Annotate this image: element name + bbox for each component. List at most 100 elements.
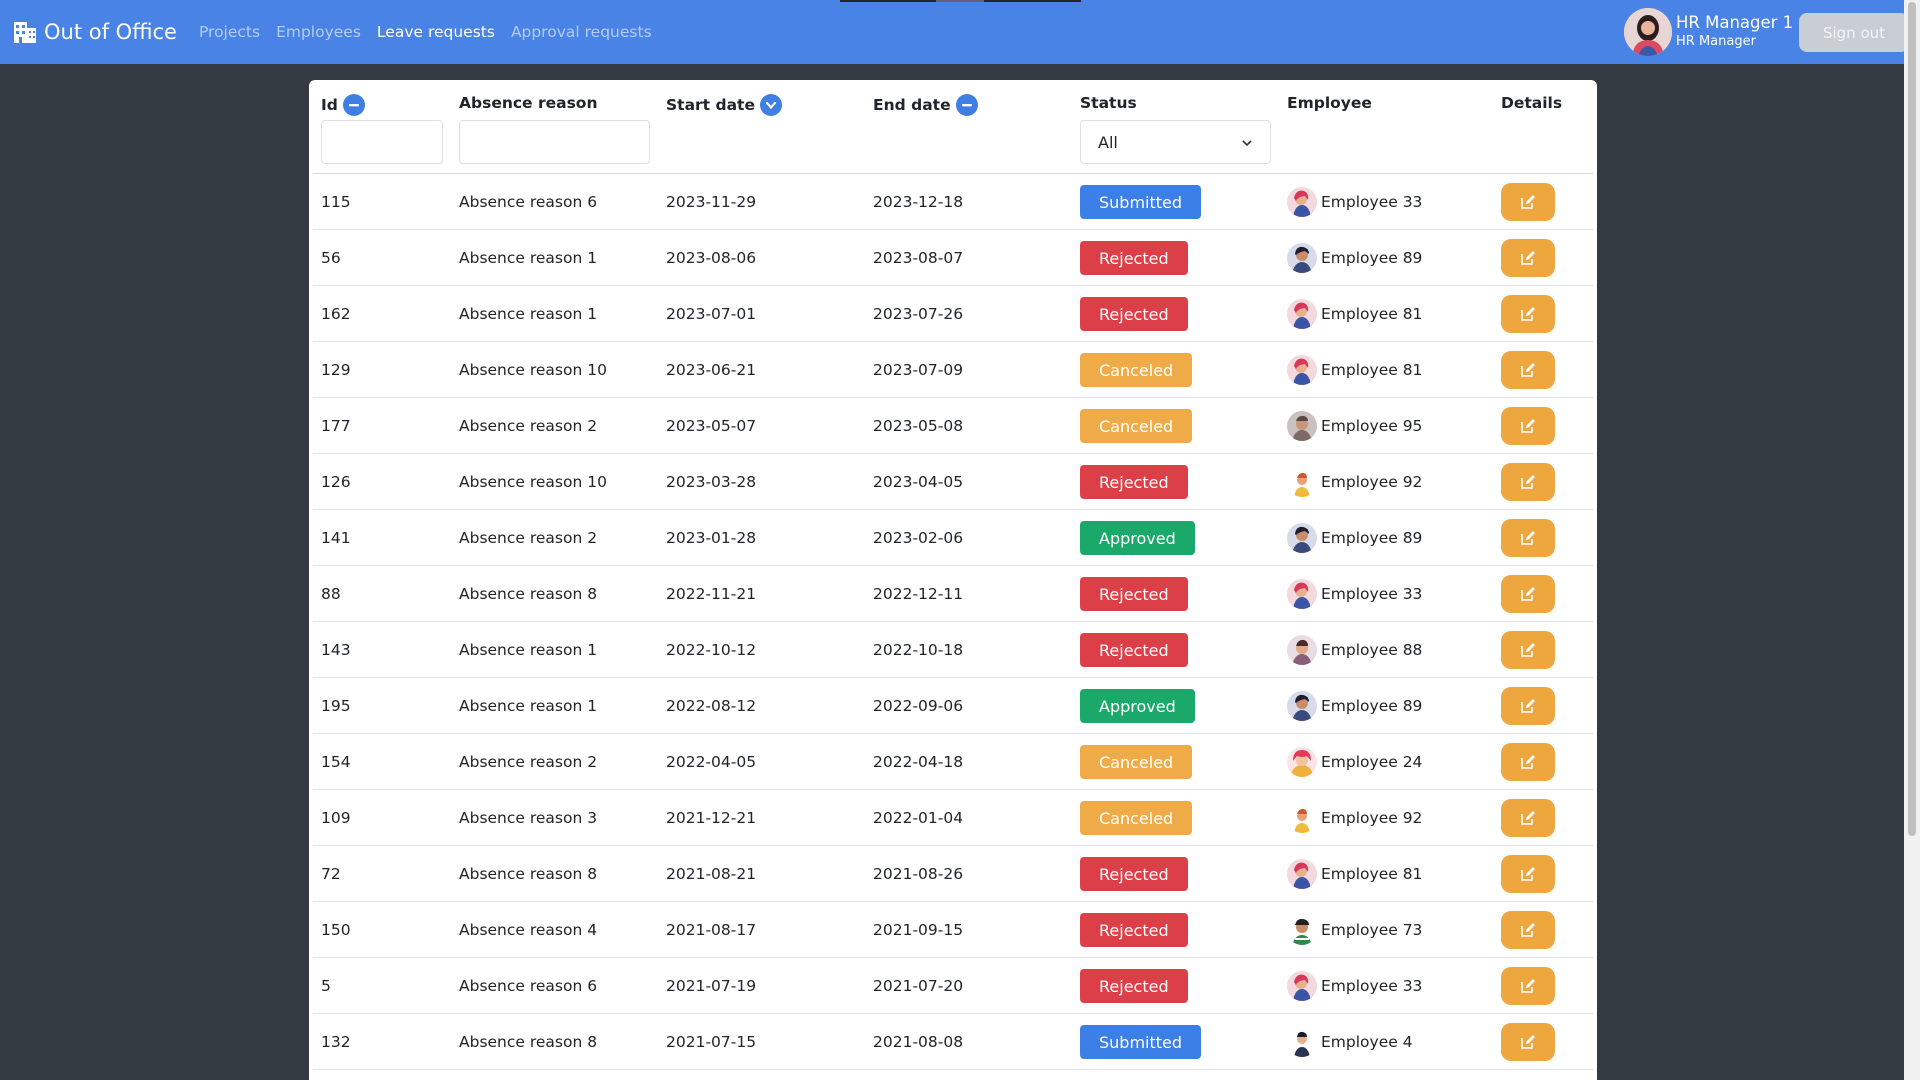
employee-avatar bbox=[1287, 1027, 1317, 1057]
cell-employee[interactable]: Employee 81 bbox=[1287, 846, 1422, 902]
header-start-date: Start date bbox=[666, 94, 782, 116]
edit-icon bbox=[1521, 923, 1535, 937]
brand-link[interactable]: Out of Office bbox=[13, 20, 177, 44]
cell-id: 162 bbox=[321, 305, 351, 323]
cell-start-date: 2021-08-17 bbox=[666, 921, 757, 939]
main-nav: Projects Employees Leave requests Approv… bbox=[199, 23, 668, 41]
employee-name: Employee 89 bbox=[1321, 249, 1423, 267]
status-badge: Canceled bbox=[1080, 745, 1193, 779]
cell-details bbox=[1501, 622, 1555, 678]
cell-employee[interactable]: Employee 95 bbox=[1287, 398, 1422, 454]
edit-icon bbox=[1521, 699, 1535, 713]
cell-employee[interactable]: Employee 89 bbox=[1287, 230, 1422, 286]
chevron-down-icon bbox=[1242, 140, 1252, 147]
cell-start-date: 2023-01-28 bbox=[666, 529, 757, 547]
status-filter-select[interactable]: All bbox=[1080, 120, 1271, 164]
edit-button[interactable] bbox=[1501, 743, 1555, 781]
cell-details bbox=[1501, 902, 1555, 958]
cell-id: 88 bbox=[321, 585, 341, 603]
scrollbar-thumb[interactable] bbox=[1908, 2, 1916, 836]
cell-employee[interactable]: Employee 33 bbox=[1287, 958, 1422, 1014]
edit-button[interactable] bbox=[1501, 463, 1555, 501]
edit-icon bbox=[1521, 251, 1535, 265]
status-badge: Canceled bbox=[1080, 801, 1193, 835]
edit-icon bbox=[1521, 307, 1535, 321]
cell-absence-reason: Absence reason 1 bbox=[459, 305, 598, 323]
status-badge: Rejected bbox=[1080, 241, 1188, 275]
cell-absence-reason: Absence reason 8 bbox=[459, 1033, 598, 1051]
cell-employee[interactable]: Employee 92 bbox=[1287, 454, 1422, 510]
cell-id: 129 bbox=[321, 361, 351, 379]
page-scrollbar[interactable] bbox=[1904, 0, 1920, 1080]
cell-end-date: 2022-12-11 bbox=[873, 585, 964, 603]
cell-employee[interactable]: Employee 24 bbox=[1287, 734, 1422, 790]
nav-approval-requests[interactable]: Approval requests bbox=[511, 23, 652, 41]
edit-button[interactable] bbox=[1501, 1023, 1555, 1061]
cell-id: 177 bbox=[321, 417, 351, 435]
cell-start-date: 2023-07-01 bbox=[666, 305, 757, 323]
cell-employee[interactable]: Employee 89 bbox=[1287, 510, 1422, 566]
edit-button[interactable] bbox=[1501, 911, 1555, 949]
nav-employees[interactable]: Employees bbox=[276, 23, 361, 41]
cell-employee[interactable]: Employee 92 bbox=[1287, 790, 1422, 846]
employee-avatar bbox=[1287, 635, 1317, 665]
employee-name: Employee 4 bbox=[1321, 1033, 1413, 1051]
cell-start-date: 2021-08-21 bbox=[666, 865, 757, 883]
employee-avatar bbox=[1287, 467, 1317, 497]
edit-button[interactable] bbox=[1501, 183, 1555, 221]
cell-details bbox=[1501, 342, 1555, 398]
edit-button[interactable] bbox=[1501, 575, 1555, 613]
employee-avatar bbox=[1287, 579, 1317, 609]
cell-end-date: 2023-05-08 bbox=[873, 417, 964, 435]
cell-status: Rejected bbox=[1080, 454, 1188, 510]
chevron-down-circle-icon[interactable] bbox=[759, 94, 782, 116]
cell-employee[interactable]: Employee 73 bbox=[1287, 902, 1422, 958]
cell-absence-reason: Absence reason 2 bbox=[459, 529, 598, 547]
edit-button[interactable] bbox=[1501, 295, 1555, 333]
cell-details bbox=[1501, 790, 1555, 846]
edit-button[interactable] bbox=[1501, 407, 1555, 445]
cell-absence-reason: Absence reason 6 bbox=[459, 193, 598, 211]
user-profile[interactable]: HR Manager 1 HR Manager bbox=[1624, 8, 1793, 56]
employee-name: Employee 73 bbox=[1321, 921, 1423, 939]
nav-projects[interactable]: Projects bbox=[199, 23, 260, 41]
edit-button[interactable] bbox=[1501, 351, 1555, 389]
minus-circle-icon[interactable] bbox=[342, 94, 365, 116]
cell-employee[interactable]: Employee 81 bbox=[1287, 342, 1422, 398]
cell-end-date: 2023-07-09 bbox=[873, 361, 964, 379]
minus-circle-icon[interactable] bbox=[955, 94, 978, 116]
edit-button[interactable] bbox=[1501, 519, 1555, 557]
status-badge: Rejected bbox=[1080, 913, 1188, 947]
table-row: 195 Absence reason 1 2022-08-12 2022-09-… bbox=[313, 678, 1593, 734]
status-badge: Rejected bbox=[1080, 297, 1188, 331]
edit-button[interactable] bbox=[1501, 799, 1555, 837]
edit-button[interactable] bbox=[1501, 631, 1555, 669]
table-row: 72 Absence reason 8 2021-08-21 2021-08-2… bbox=[313, 846, 1593, 902]
user-avatar bbox=[1624, 8, 1672, 56]
cell-status: Submitted bbox=[1080, 1014, 1202, 1070]
cell-end-date: 2023-02-06 bbox=[873, 529, 964, 547]
cell-employee[interactable]: Employee 33 bbox=[1287, 566, 1422, 622]
cell-employee[interactable]: Employee 81 bbox=[1287, 286, 1422, 342]
cell-end-date: 2022-04-18 bbox=[873, 753, 964, 771]
cell-start-date: 2022-04-05 bbox=[666, 753, 757, 771]
id-filter-input[interactable] bbox=[321, 120, 443, 164]
status-badge: Approved bbox=[1080, 689, 1195, 723]
cell-employee[interactable]: Employee 33 bbox=[1287, 174, 1422, 230]
cell-id: 150 bbox=[321, 921, 351, 939]
cell-employee[interactable]: Employee 89 bbox=[1287, 678, 1422, 734]
edit-button[interactable] bbox=[1501, 239, 1555, 277]
edit-button[interactable] bbox=[1501, 855, 1555, 893]
nav-leave-requests[interactable]: Leave requests bbox=[377, 23, 495, 41]
reason-filter-input[interactable] bbox=[459, 120, 650, 164]
edit-button[interactable] bbox=[1501, 967, 1555, 1005]
cell-details bbox=[1501, 510, 1555, 566]
edit-button[interactable] bbox=[1501, 687, 1555, 725]
cell-employee[interactable]: Employee 88 bbox=[1287, 622, 1422, 678]
cell-employee[interactable]: Employee 4 bbox=[1287, 1014, 1413, 1070]
leave-requests-table: Id Absence reason Start date End date St… bbox=[309, 80, 1597, 1080]
cell-id: 115 bbox=[321, 193, 351, 211]
edit-icon bbox=[1521, 531, 1535, 545]
sign-out-button[interactable]: Sign out bbox=[1799, 13, 1909, 52]
cell-details bbox=[1501, 398, 1555, 454]
